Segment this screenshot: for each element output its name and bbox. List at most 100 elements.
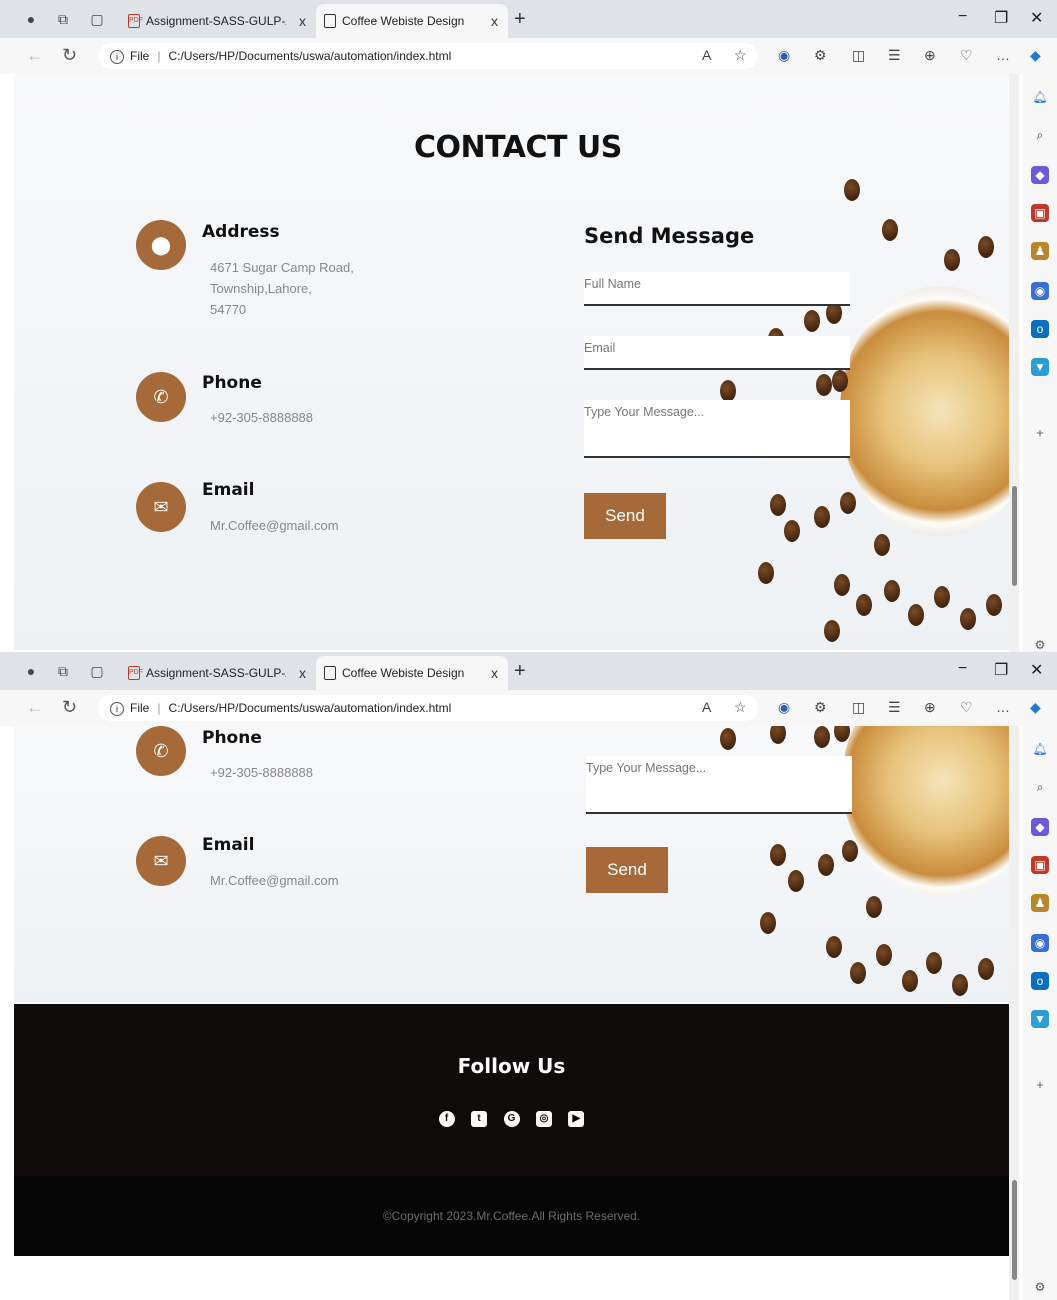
message-field[interactable]: Type Your Message... (584, 400, 850, 458)
url-field[interactable]: i File | C:/Users/HP/Documents/uswa/automat… (98, 43, 758, 69)
tag-icon[interactable]: ◆ (1031, 166, 1049, 184)
games-icon[interactable]: ♟ (1031, 894, 1049, 912)
outlook-icon[interactable]: o (1031, 320, 1049, 338)
info-icon[interactable]: i (110, 49, 124, 64)
extension-icon[interactable]: ◉ (778, 699, 790, 716)
new-tab-button[interactable]: + (514, 8, 526, 31)
coffee-bean (934, 586, 950, 608)
profile-icon[interactable]: ● (22, 10, 40, 28)
coffee-bean (908, 604, 924, 626)
add-icon[interactable]: + (1031, 424, 1049, 442)
minimize-button[interactable]: − (958, 8, 967, 26)
read-aloud-icon[interactable]: A (702, 47, 711, 63)
coffee-bean (834, 574, 850, 596)
close-window-button[interactable]: ✕ (1030, 8, 1043, 28)
settings-icon[interactable]: ⚙ (1031, 636, 1049, 652)
favorite-star-icon[interactable]: ☆ (734, 699, 747, 716)
twitter-icon[interactable]: t (471, 1111, 488, 1127)
coffee-bean (884, 580, 900, 602)
copyright-bar: ©Copyright 2023.Mr.Coffee.All Rights Res… (14, 1176, 1009, 1256)
briefcase-icon[interactable]: ▣ (1031, 204, 1049, 222)
message-field[interactable]: Type Your Message... (586, 756, 852, 814)
send-button[interactable]: Send (586, 847, 668, 893)
tab-actions-icon[interactable]: ▢ (88, 662, 106, 680)
back-icon[interactable]: ← (26, 45, 44, 66)
coffee-bean (760, 912, 776, 934)
browser-window-top: ● ⧉ ▢ PDF Assignment-SASS-GULP-AUTOM x C… (0, 0, 1057, 652)
coffee-bean (784, 520, 800, 542)
back-icon[interactable]: ← (26, 697, 44, 718)
scrollbar[interactable] (1009, 726, 1019, 1300)
minimize-button[interactable]: − (958, 660, 967, 678)
info-icon[interactable]: i (110, 701, 124, 716)
close-icon[interactable]: x (491, 4, 498, 38)
split-screen-icon[interactable]: ◫ (852, 47, 865, 64)
tab-assignment[interactable]: PDF Assignment-SASS-GULP-AUTOM x (120, 4, 316, 38)
email-field[interactable]: Email (584, 336, 850, 370)
address-line: Township,Lahore, (210, 281, 312, 296)
bell-icon[interactable]: 🔔︎ (1031, 740, 1049, 758)
search-icon[interactable]: ⌕ (1031, 126, 1049, 144)
restore-button[interactable]: ❐ (994, 660, 1008, 680)
favorites-icon[interactable]: ☰ (888, 699, 901, 716)
add-icon[interactable]: + (1031, 1076, 1049, 1094)
copilot-icon[interactable]: ◆ (1030, 47, 1041, 64)
workspaces-icon[interactable]: ⧉ (54, 662, 72, 680)
extensions-icon[interactable]: ⚙ (814, 699, 827, 716)
coffee-bean (882, 219, 898, 241)
outlook-icon[interactable]: o (1031, 972, 1049, 990)
refresh-icon[interactable]: ↻ (62, 697, 77, 718)
briefcase-icon[interactable]: ▣ (1031, 856, 1049, 874)
bell-icon[interactable]: 🔔︎ (1031, 88, 1049, 106)
full-name-field[interactable]: Full Name (584, 272, 850, 306)
health-icon[interactable]: ♡ (960, 699, 973, 716)
new-tab-button[interactable]: + (514, 660, 526, 683)
scrollbar[interactable] (1009, 74, 1019, 652)
coffee-bean (818, 854, 834, 876)
search-icon[interactable]: ⌕ (1031, 778, 1049, 796)
coffee-bean (978, 236, 994, 258)
tag-icon[interactable]: ◆ (1031, 818, 1049, 836)
favorites-icon[interactable]: ☰ (888, 47, 901, 64)
close-icon[interactable]: x (299, 656, 306, 690)
tab-coffee[interactable]: Coffee Webiste Design x (316, 656, 508, 690)
profile-icon[interactable]: ● (22, 662, 40, 680)
email-value: Mr.Coffee@gmail.com (210, 873, 339, 888)
copilot-icon[interactable]: ◆ (1030, 699, 1041, 716)
office-icon[interactable]: ◉ (1031, 934, 1049, 952)
drop-icon[interactable]: ▼ (1031, 1010, 1049, 1028)
games-icon[interactable]: ♟ (1031, 242, 1049, 260)
drop-icon[interactable]: ▼ (1031, 358, 1049, 376)
collections-icon[interactable]: ⊕ (924, 699, 936, 716)
extensions-icon[interactable]: ⚙ (814, 47, 827, 64)
url-field[interactable]: i File | C:/Users/HP/Documents/uswa/automat… (98, 695, 758, 721)
workspaces-icon[interactable]: ⧉ (54, 10, 72, 28)
read-aloud-icon[interactable]: A (702, 699, 711, 715)
favorite-star-icon[interactable]: ☆ (734, 47, 747, 64)
close-window-button[interactable]: ✕ (1030, 660, 1043, 680)
close-icon[interactable]: x (491, 656, 498, 690)
tab-assignment[interactable]: PDF Assignment-SASS-GULP-AUTOM x (120, 656, 316, 690)
tab-coffee[interactable]: Coffee Webiste Design x (316, 4, 508, 38)
settings-icon[interactable]: ⚙ (1031, 1278, 1049, 1296)
office-icon[interactable]: ◉ (1031, 282, 1049, 300)
instagram-icon[interactable]: ◎ (535, 1111, 552, 1127)
scrollbar-thumb[interactable] (1012, 486, 1017, 586)
google-icon[interactable]: G (503, 1111, 520, 1127)
send-button[interactable]: Send (584, 493, 666, 539)
health-icon[interactable]: ♡ (960, 47, 973, 64)
refresh-icon[interactable]: ↻ (62, 45, 77, 66)
restore-button[interactable]: ❐ (994, 8, 1008, 28)
tab-title: Coffee Webiste Design (342, 666, 465, 680)
extension-icon[interactable]: ◉ (778, 47, 790, 64)
close-icon[interactable]: x (299, 4, 306, 38)
facebook-icon[interactable]: f (438, 1111, 455, 1127)
collections-icon[interactable]: ⊕ (924, 47, 936, 64)
split-screen-icon[interactable]: ◫ (852, 699, 865, 716)
more-icon[interactable]: … (996, 699, 1010, 715)
youtube-icon[interactable]: ▶ (568, 1111, 585, 1127)
more-icon[interactable]: … (996, 47, 1010, 63)
phone-value: +92-305-8888888 (210, 410, 314, 425)
tab-actions-icon[interactable]: ▢ (88, 10, 106, 28)
scrollbar-thumb[interactable] (1012, 1180, 1017, 1280)
